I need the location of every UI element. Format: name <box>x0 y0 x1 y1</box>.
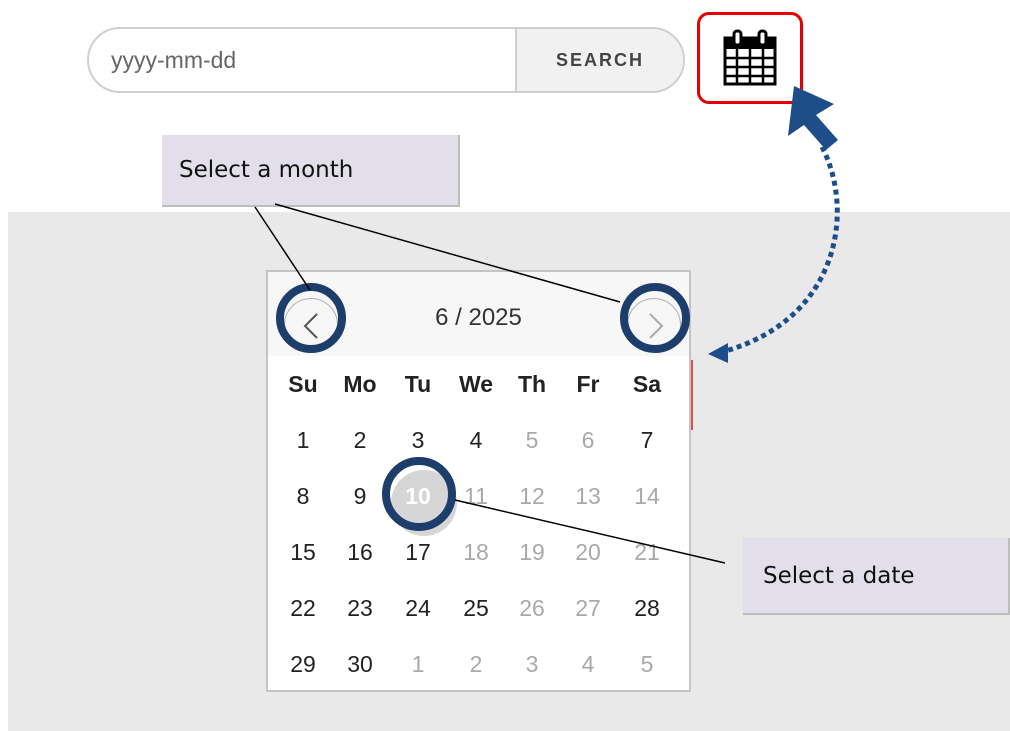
day-cell[interactable]: 6 <box>566 420 610 460</box>
datepicker-grid: Su Mo Tu We Th Fr Sa 1 2 3 4 5 6 7 8 9 1… <box>268 362 689 698</box>
select-month-callout: Select a month <box>162 135 460 207</box>
day-cell[interactable]: 25 <box>454 588 498 628</box>
day-cell[interactable]: 3 <box>510 644 554 684</box>
day-cell[interactable]: 1 <box>396 644 440 684</box>
day-cell[interactable]: 9 <box>338 476 382 516</box>
day-cell[interactable]: 13 <box>566 476 610 516</box>
week-row: 1 2 3 4 5 6 7 <box>268 418 689 474</box>
search-bar: SEARCH <box>87 27 685 93</box>
calendar-button[interactable] <box>697 12 803 104</box>
day-cell[interactable]: 23 <box>338 588 382 628</box>
day-cell[interactable]: 21 <box>625 532 669 572</box>
search-button[interactable]: SEARCH <box>515 29 683 91</box>
day-cell[interactable]: 14 <box>625 476 669 516</box>
day-cell[interactable]: 26 <box>510 588 554 628</box>
next-month-highlight-ring <box>620 283 690 353</box>
day-cell[interactable]: 8 <box>281 476 325 516</box>
week-row: 8 9 10 11 12 13 14 <box>268 474 689 530</box>
day-cell[interactable]: 5 <box>625 644 669 684</box>
weekday-label: Su <box>288 371 318 397</box>
day-cell[interactable]: 7 <box>625 420 669 460</box>
day-cell[interactable]: 22 <box>281 588 325 628</box>
weekday-label: Tu <box>404 371 432 397</box>
day-cell[interactable]: 17 <box>396 532 440 572</box>
day-cell[interactable]: 24 <box>396 588 440 628</box>
day-cell[interactable]: 19 <box>510 532 554 572</box>
day-cell[interactable]: 20 <box>566 532 610 572</box>
day-cell[interactable]: 1 <box>281 420 325 460</box>
week-row: 15 16 17 18 19 20 21 <box>268 530 689 586</box>
day-cell[interactable]: 30 <box>338 644 382 684</box>
day-cell[interactable]: 2 <box>338 420 382 460</box>
prev-month-highlight-ring <box>276 283 346 353</box>
day-cell[interactable]: 5 <box>510 420 554 460</box>
weekday-label: Fr <box>576 371 600 397</box>
date-search-input[interactable] <box>89 29 515 91</box>
day-cell[interactable]: 4 <box>566 644 610 684</box>
day-cell[interactable]: 28 <box>625 588 669 628</box>
selected-date-highlight-ring <box>382 457 456 531</box>
select-date-callout: Select a date <box>743 538 1010 615</box>
week-row: 29 30 1 2 3 4 5 <box>268 642 689 698</box>
weekday-label: Th <box>517 371 547 397</box>
day-cell[interactable]: 18 <box>454 532 498 572</box>
week-row: 22 23 24 25 26 27 28 <box>268 586 689 642</box>
day-cell[interactable]: 2 <box>454 644 498 684</box>
day-cell[interactable]: 4 <box>454 420 498 460</box>
calendar-icon <box>723 29 777 86</box>
day-cell[interactable]: 15 <box>281 532 325 572</box>
weekday-header-row: Su Mo Tu We Th Fr Sa <box>268 362 689 418</box>
day-cell[interactable]: 11 <box>454 476 498 516</box>
weekday-label: Sa <box>632 371 662 397</box>
day-cell[interactable]: 12 <box>510 476 554 516</box>
day-cell[interactable]: 16 <box>338 532 382 572</box>
weekday-label: Mo <box>343 371 377 397</box>
day-cell[interactable]: 29 <box>281 644 325 684</box>
day-cell[interactable]: 27 <box>566 588 610 628</box>
day-cell[interactable]: 3 <box>396 420 440 460</box>
weekday-label: We <box>458 371 494 397</box>
